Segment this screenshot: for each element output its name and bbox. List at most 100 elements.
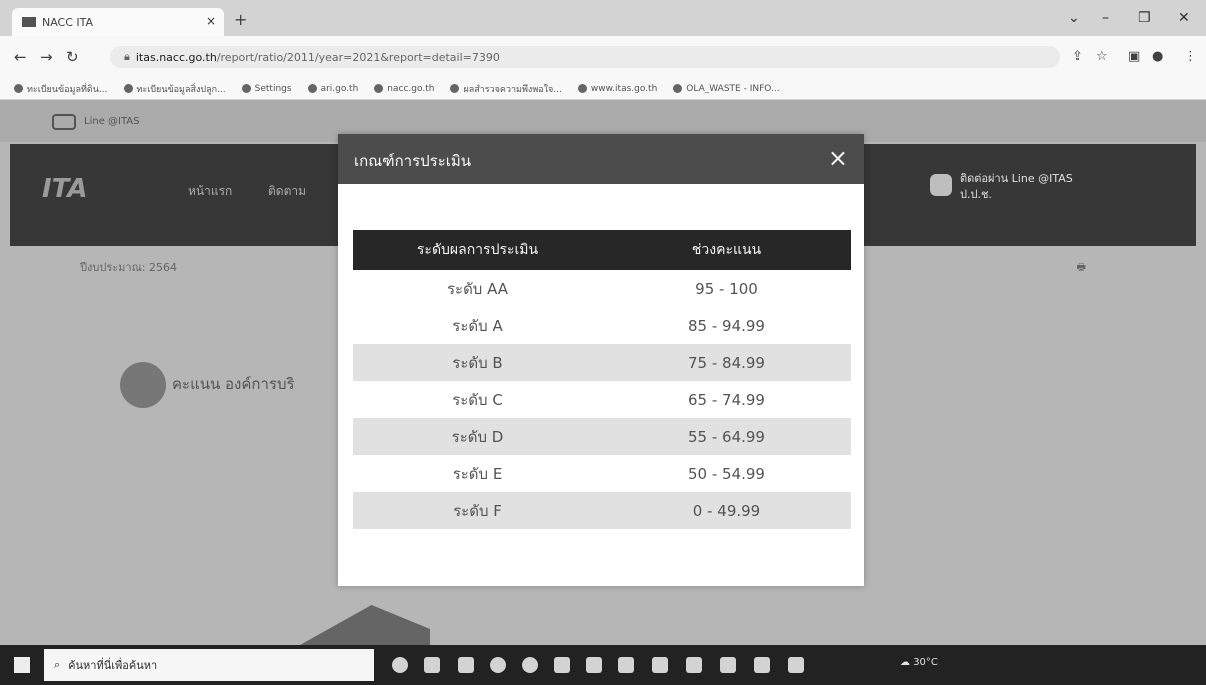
table-row: ระดับ AA 95 - 100 — [353, 270, 851, 307]
print-button[interactable]: 🖶︎ — [1077, 260, 1086, 277]
browser-tab-bar: NACC ITA × + ⌄ – ❐ ✕ — [0, 0, 1206, 36]
table-row: ระดับ A 85 - 94.99 — [353, 307, 851, 344]
level-cell: ระดับ F — [353, 492, 602, 529]
bookmark-item[interactable]: OLA_WASTE - INFO... — [673, 84, 780, 94]
tab-search-icon[interactable]: ⌄ — [1068, 10, 1080, 26]
globe-icon — [374, 84, 384, 93]
range-cell: 95 - 100 — [695, 279, 758, 298]
close-icon[interactable]: × — [828, 144, 848, 172]
criteria-modal: เกณฑ์การประเมิน × ระดับผลการประเมิน ช่วง… — [338, 134, 864, 586]
globe-icon — [14, 84, 23, 93]
url-path: /report/ratio/2011/year=2021&report=deta… — [216, 50, 500, 64]
org-seal-icon — [120, 362, 166, 408]
nav-home[interactable]: หน้าแรก — [188, 182, 232, 201]
windows-start-icon[interactable] — [14, 657, 30, 673]
globe-icon — [307, 84, 317, 93]
app-icon[interactable] — [720, 657, 736, 673]
back-icon[interactable]: ← — [14, 48, 27, 66]
edge-icon[interactable] — [490, 657, 506, 673]
bookmark-item[interactable]: ทะเบียนข้อมูลที่ดิน... — [14, 82, 108, 96]
url-host: itas.nacc.go.th — [135, 50, 217, 64]
temperature: 30°C — [913, 657, 938, 668]
table-row: ระดับ C 65 - 74.99 — [353, 381, 851, 418]
range-cell: 85 - 94.99 — [688, 316, 765, 335]
globe-icon — [450, 84, 460, 93]
address-toolbar: ← → ↻ 🔒︎ itas.nacc.go.th /report/ratio/2… — [0, 36, 1206, 78]
calendar-icon[interactable] — [458, 657, 474, 673]
profile-icon[interactable]: ● — [1152, 49, 1163, 64]
line-label[interactable]: Line @ITAS — [84, 116, 140, 127]
radar-chart-fragment — [300, 605, 430, 645]
ita-logo[interactable]: ITA — [42, 174, 88, 204]
app-icon[interactable] — [554, 657, 570, 673]
app-icon[interactable] — [686, 657, 702, 673]
reload-icon[interactable]: ↻ — [66, 48, 79, 66]
tab-close-icon[interactable]: × — [206, 14, 216, 28]
line-chat-icon[interactable] — [930, 174, 952, 196]
modal-header: เกณฑ์การประเมิน × — [338, 134, 864, 184]
table-row: ระดับ F0 - 49.99 — [353, 492, 851, 529]
bookmark-item[interactable]: ผลสำรวจความพึงพอใจ... — [450, 82, 562, 96]
forward-icon[interactable]: → — [40, 48, 53, 66]
bookmark-item[interactable]: ari.go.th — [307, 84, 358, 94]
level-cell: ระดับ E — [452, 464, 503, 483]
lock-icon: 🔒︎ — [124, 50, 130, 63]
table-row: ระดับ B 75 - 84.99 — [353, 344, 851, 381]
column-header-range: ช่วงคะแนน — [602, 230, 851, 270]
table-row: ระดับ E 50 - 54.99 — [353, 455, 851, 492]
level-cell: ระดับ C — [452, 390, 503, 409]
table-header-row: ระดับผลการประเมิน ช่วงคะแนน — [353, 230, 851, 270]
org-score-title: คะแนน องค์การบริ — [172, 375, 295, 393]
bookmarks-bar: ทะเบียนข้อมูลที่ดิน... ทะเบียนข้อมูลสิ่ง… — [0, 78, 1206, 100]
chrome-icon[interactable] — [652, 657, 668, 673]
level-cell: ระดับ A — [452, 316, 503, 335]
weather-icon: ☁︎ — [900, 657, 914, 668]
range-cell: 75 - 84.99 — [602, 344, 851, 381]
level-cell: ระดับ D — [353, 418, 602, 455]
minimize-icon[interactable]: – — [1102, 10, 1109, 26]
task-view-icon[interactable] — [424, 657, 440, 673]
star-icon[interactable]: ☆ — [1096, 49, 1108, 64]
system-tray[interactable]: ☁︎ 30°C — [900, 657, 938, 668]
search-placeholder: ค้นหาที่นี่เพื่อค้นหา — [68, 659, 158, 672]
app-icon[interactable] — [586, 657, 602, 673]
bookmark-item[interactable]: www.itas.go.th — [577, 84, 657, 94]
globe-icon — [673, 84, 683, 93]
window-close-icon[interactable]: ✕ — [1178, 10, 1190, 26]
extensions-icon[interactable]: ▣ — [1128, 49, 1140, 64]
cortana-icon[interactable] — [392, 657, 408, 673]
browser-tab[interactable]: NACC ITA × — [12, 8, 224, 36]
range-cell: 0 - 49.99 — [602, 492, 851, 529]
store-icon[interactable] — [754, 657, 770, 673]
globe-icon — [123, 84, 133, 93]
restore-icon[interactable]: ❐ — [1138, 10, 1151, 26]
bookmark-item[interactable]: nacc.go.th — [374, 84, 434, 94]
level-cell: ระดับ AA — [446, 279, 509, 298]
fiscal-year-select[interactable]: ปีงบประมาณ: 2564 — [80, 258, 177, 276]
taskbar-search[interactable]: ⌕ ค้นหาที่นี่เพื่อค้นหา — [44, 649, 374, 681]
firefox-icon[interactable] — [522, 657, 538, 673]
line-contact[interactable]: ติดต่อผ่าน Line @ITAS ป.ป.ช. — [960, 171, 1073, 203]
level-cell: ระดับ B — [353, 344, 602, 381]
menu-icon[interactable]: ⋮ — [1184, 49, 1197, 64]
column-header-level: ระดับผลการประเมิน — [353, 230, 602, 270]
url-field[interactable]: 🔒︎ itas.nacc.go.th /report/ratio/2011/ye… — [110, 46, 1060, 68]
bookmark-item[interactable]: Settings — [241, 84, 292, 94]
windows-taskbar: ⌕ ค้นหาที่นี่เพื่อค้นหา ☁︎ 30°C — [0, 645, 1206, 685]
bookmark-item[interactable]: ทะเบียนข้อมูลสิ่งปลูก... — [123, 82, 226, 96]
globe-icon — [577, 84, 587, 93]
mail-icon[interactable] — [618, 657, 634, 673]
nacc-favicon-icon — [22, 17, 36, 27]
modal-title: เกณฑ์การประเมิน — [354, 152, 472, 170]
range-cell: 55 - 64.99 — [602, 418, 851, 455]
range-cell: 50 - 54.99 — [688, 464, 765, 483]
range-cell: 65 - 74.99 — [688, 390, 765, 409]
table-row: ระดับ D 55 - 64.99 — [353, 418, 851, 455]
new-tab-icon[interactable]: + — [234, 10, 247, 29]
line-app-icon[interactable] — [788, 657, 804, 673]
search-icon: ⌕ — [54, 658, 61, 671]
line-logo-icon — [52, 114, 76, 130]
nav-follow[interactable]: ติดตาม — [268, 182, 306, 201]
criteria-table: ระดับผลการประเมิน ช่วงคะแนน ระดับ AA 95 -… — [353, 230, 851, 529]
share-icon[interactable]: ⇪ — [1072, 49, 1083, 64]
